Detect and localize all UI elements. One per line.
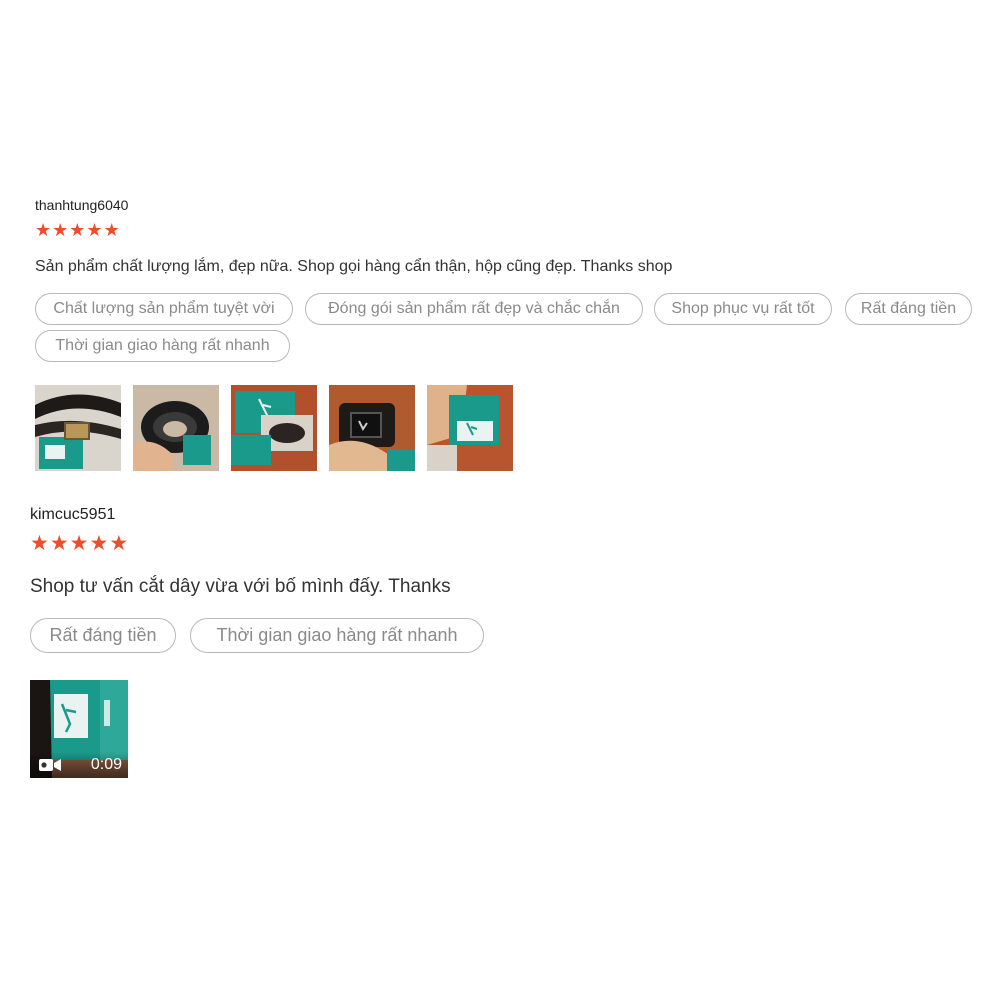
star-icon: ★ [69, 220, 86, 240]
review-photo-thumbnail[interactable] [35, 385, 121, 471]
review-video-thumbnail[interactable]: 0:09 [30, 680, 128, 778]
review-photo-thumbnail[interactable] [133, 385, 219, 471]
star-icon: ★ [30, 532, 49, 555]
review-tag[interactable]: Chất lượng sản phẩm tuyệt vời [35, 293, 293, 325]
review-tag[interactable]: Shop phục vụ rất tốt [654, 293, 832, 325]
review-photo-thumbnail[interactable] [329, 385, 415, 471]
star-icon: ★ [103, 220, 120, 240]
rating-stars: ★ ★ ★ ★ ★ [30, 533, 129, 554]
star-icon: ★ [69, 532, 89, 555]
review-tag[interactable]: Rất đáng tiền [845, 293, 972, 325]
video-duration: 0:09 [90, 756, 122, 773]
review-photo-thumbnail[interactable] [427, 385, 513, 471]
review-comment: Shop tư vấn cắt dây vừa với bố mình đấy.… [30, 576, 451, 597]
video-camera-icon [39, 759, 61, 771]
review-tag[interactable]: Thời gian giao hàng rất nhanh [35, 330, 290, 362]
reviewer-username[interactable]: kimcuc5951 [30, 506, 115, 524]
review-photo-thumbnail[interactable] [231, 385, 317, 471]
review-comment: Sản phẩm chất lượng lắm, đẹp nữa. Shop g… [35, 258, 673, 275]
reviewer-username[interactable]: thanhtung6040 [35, 197, 128, 213]
review-tag[interactable]: Rất đáng tiền [30, 618, 176, 653]
star-icon: ★ [52, 220, 69, 240]
star-icon: ★ [49, 532, 69, 555]
star-icon: ★ [35, 220, 52, 240]
review-tag[interactable]: Thời gian giao hàng rất nhanh [190, 618, 484, 653]
star-icon: ★ [89, 532, 109, 555]
review-tag[interactable]: Đóng gói sản phẩm rất đẹp và chắc chắn [305, 293, 643, 325]
review-media-list [35, 385, 525, 471]
star-icon: ★ [109, 532, 129, 555]
star-icon: ★ [86, 220, 103, 240]
rating-stars: ★ ★ ★ ★ ★ [35, 221, 121, 239]
